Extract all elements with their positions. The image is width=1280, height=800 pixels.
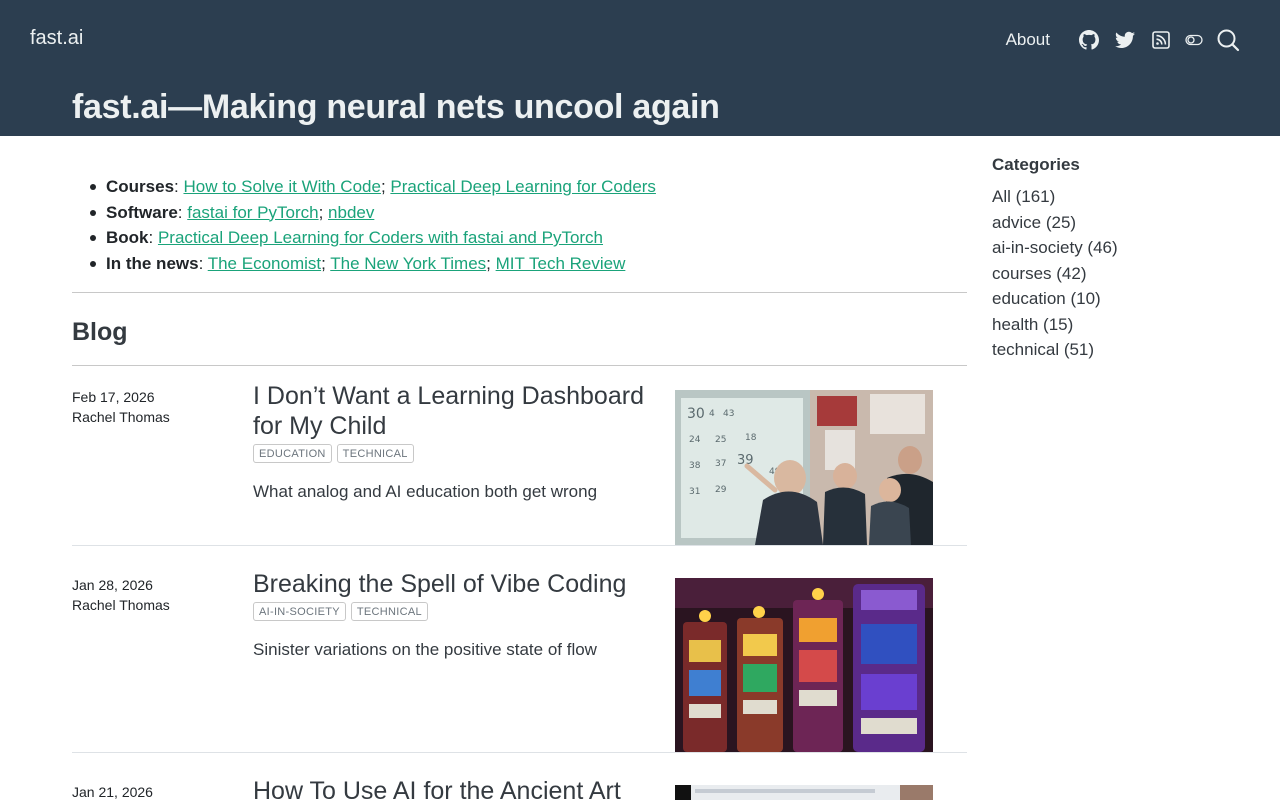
post-date: Feb 17, 2026 — [72, 389, 155, 405]
github-icon[interactable] — [1078, 29, 1100, 51]
svg-text:18: 18 — [745, 433, 757, 443]
divider — [72, 365, 967, 366]
software-link[interactable]: nbdev — [328, 203, 374, 222]
categories-sidebar: Categories All (161) advice (25) ai-in-s… — [992, 155, 1232, 363]
book-link[interactable]: Practical Deep Learning for Coders with … — [158, 228, 603, 247]
post-tags: education technical — [253, 444, 653, 463]
search-icon[interactable] — [1216, 28, 1240, 52]
svg-text:4: 4 — [709, 409, 715, 419]
svg-text:43: 43 — [723, 409, 734, 419]
intro-label: Book — [106, 228, 149, 247]
category-link[interactable]: All (161) — [992, 184, 1232, 210]
svg-text:25: 25 — [715, 435, 726, 445]
list-item: Book: Practical Deep Learning for Coders… — [72, 225, 967, 251]
category-link[interactable]: health (15) — [992, 312, 1232, 338]
blog-heading: Blog — [72, 318, 128, 346]
post-thumbnail[interactable] — [675, 785, 933, 800]
intro-label: Courses — [106, 177, 175, 196]
intro-links: Courses: How to Solve it With Code; Prac… — [72, 174, 967, 276]
site-brand[interactable]: fast.ai — [30, 27, 83, 50]
divider — [72, 292, 967, 293]
nav-about-link[interactable]: About — [1006, 30, 1050, 50]
list-item: In the news: The Economist; The New York… — [72, 251, 967, 277]
course-link[interactable]: Practical Deep Learning for Coders — [390, 177, 656, 196]
post-author: Rachel Thomas — [72, 597, 170, 613]
svg-text:24: 24 — [689, 435, 701, 445]
svg-text:30: 30 — [687, 406, 705, 422]
divider — [72, 545, 967, 546]
rss-icon[interactable] — [1150, 29, 1172, 51]
category-link[interactable]: education (10) — [992, 286, 1232, 312]
divider — [72, 752, 967, 753]
svg-text:37: 37 — [715, 459, 726, 469]
site-header: fast.ai About fast.ai—Making neural nets… — [0, 0, 1280, 136]
toggle-icon[interactable] — [1184, 29, 1204, 51]
post-date: Jan 21, 2026 — [72, 784, 153, 800]
top-nav: About — [1006, 26, 1240, 54]
tag-badge[interactable]: ai-in-society — [253, 602, 346, 621]
tag-badge[interactable]: technical — [350, 602, 428, 621]
page-title: fast.ai—Making neural nets uncool again — [72, 88, 720, 126]
post-thumbnail[interactable] — [675, 578, 933, 752]
category-link[interactable]: advice (25) — [992, 210, 1232, 236]
svg-text:31: 31 — [689, 487, 700, 497]
categories-heading: Categories — [992, 155, 1080, 174]
intro-label: In the news — [106, 253, 199, 273]
post-date: Jan 28, 2026 — [72, 577, 153, 593]
course-link[interactable]: How to Solve it With Code — [183, 177, 380, 196]
category-link[interactable]: courses (42) — [992, 261, 1232, 287]
list-item: Software: fastai for PyTorch; nbdev — [72, 200, 967, 226]
tag-badge[interactable]: technical — [336, 444, 414, 463]
svg-text:29: 29 — [715, 485, 727, 495]
post-author: Rachel Thomas — [72, 409, 170, 425]
news-link[interactable]: The Economist — [208, 254, 321, 273]
news-link[interactable]: The New York Times — [330, 254, 486, 273]
post-description: Sinister variations on the positive stat… — [253, 640, 597, 659]
post-description: What analog and AI education both get wr… — [253, 482, 598, 501]
post-thumbnail[interactable]: 30 4 43 24 25 18 38 37 39 31 29 49 — [675, 390, 933, 545]
post-title[interactable]: I Don’t Want a Learning Dashboard for My… — [253, 381, 653, 441]
post-title[interactable]: How To Use AI for the Ancient Art — [253, 776, 653, 800]
twitter-icon[interactable] — [1114, 29, 1136, 51]
post-title[interactable]: Breaking the Spell of Vibe Coding — [253, 569, 653, 599]
post-body: How To Use AI for the Ancient Art — [253, 776, 653, 800]
category-link[interactable]: ai-in-society (46) — [992, 235, 1232, 261]
post-body: I Don’t Want a Learning Dashboard for My… — [253, 381, 653, 502]
svg-text:38: 38 — [689, 461, 701, 471]
list-item: Courses: How to Solve it With Code; Prac… — [72, 174, 967, 200]
software-link[interactable]: fastai for PyTorch — [187, 203, 318, 222]
tag-badge[interactable]: education — [253, 444, 332, 463]
news-link[interactable]: MIT Tech Review — [496, 254, 626, 273]
post-body: Breaking the Spell of Vibe Coding ai-in-… — [253, 569, 653, 660]
post-tags: ai-in-society technical — [253, 602, 653, 621]
category-link[interactable]: technical (51) — [992, 337, 1232, 363]
intro-label: Software — [106, 202, 178, 222]
